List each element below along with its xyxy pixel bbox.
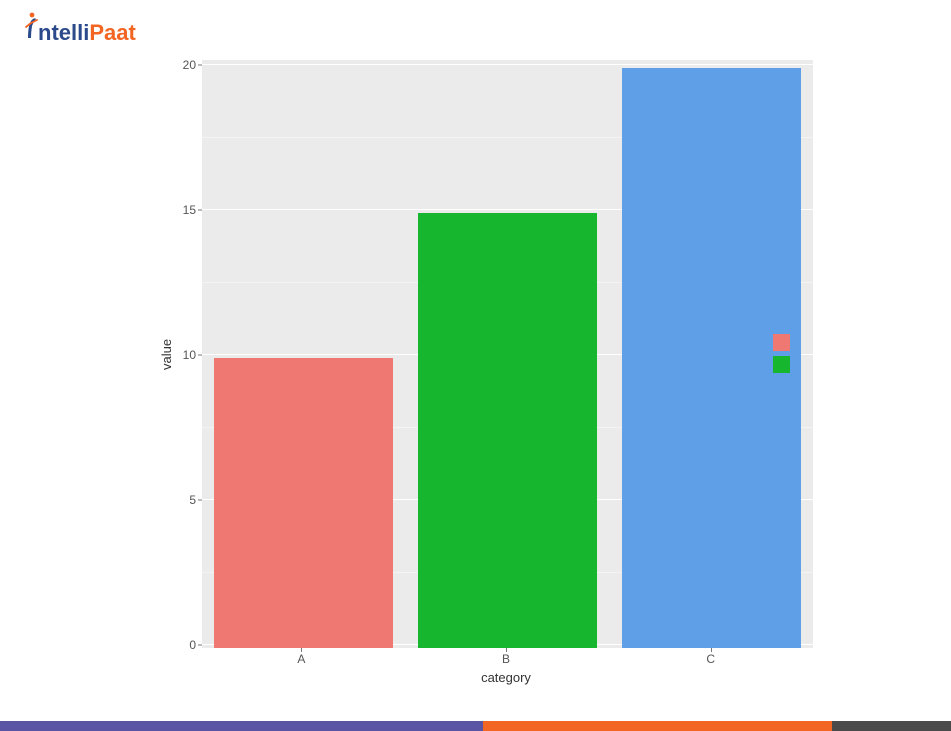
footer-segment-3	[832, 721, 951, 731]
x-axis-label: category	[199, 670, 813, 685]
footer-segment-1	[0, 721, 483, 731]
x-tick-mark	[301, 648, 302, 652]
y-tick-label: 10	[183, 348, 196, 362]
logo-text-accent: Paat	[89, 20, 135, 46]
x-tick-mark	[711, 648, 712, 652]
logo-text-primary: ntelli	[38, 20, 89, 46]
legend	[773, 334, 790, 395]
x-axis-ticks: A B C	[199, 648, 813, 668]
legend-swatch-a	[773, 334, 790, 351]
plot-panel	[202, 60, 813, 648]
y-tick-label: 5	[189, 493, 196, 507]
legend-swatch-b	[773, 356, 790, 373]
x-tick-label: C	[706, 652, 715, 666]
legend-swatch-c	[773, 378, 790, 395]
y-tick-label: 20	[183, 58, 196, 72]
x-tick-label: B	[502, 652, 510, 666]
bar-b	[418, 213, 597, 648]
brand-logo: ntelliPaat	[22, 12, 136, 46]
y-axis-ticks: 05101520	[174, 60, 202, 648]
x-tick-mark	[506, 648, 507, 652]
bar-chart: value 0 5 10 15 20 A B C category	[153, 60, 813, 685]
footer-accent-bar	[0, 721, 951, 731]
footer-segment-2	[483, 721, 832, 731]
bar-a	[214, 358, 393, 648]
bars-container	[202, 60, 813, 648]
y-axis-label: value	[153, 60, 174, 648]
x-tick-label: A	[297, 652, 305, 666]
y-tick-label: 15	[183, 203, 196, 217]
logo-figure-icon	[22, 12, 40, 40]
y-tick-label: 0	[189, 638, 196, 652]
